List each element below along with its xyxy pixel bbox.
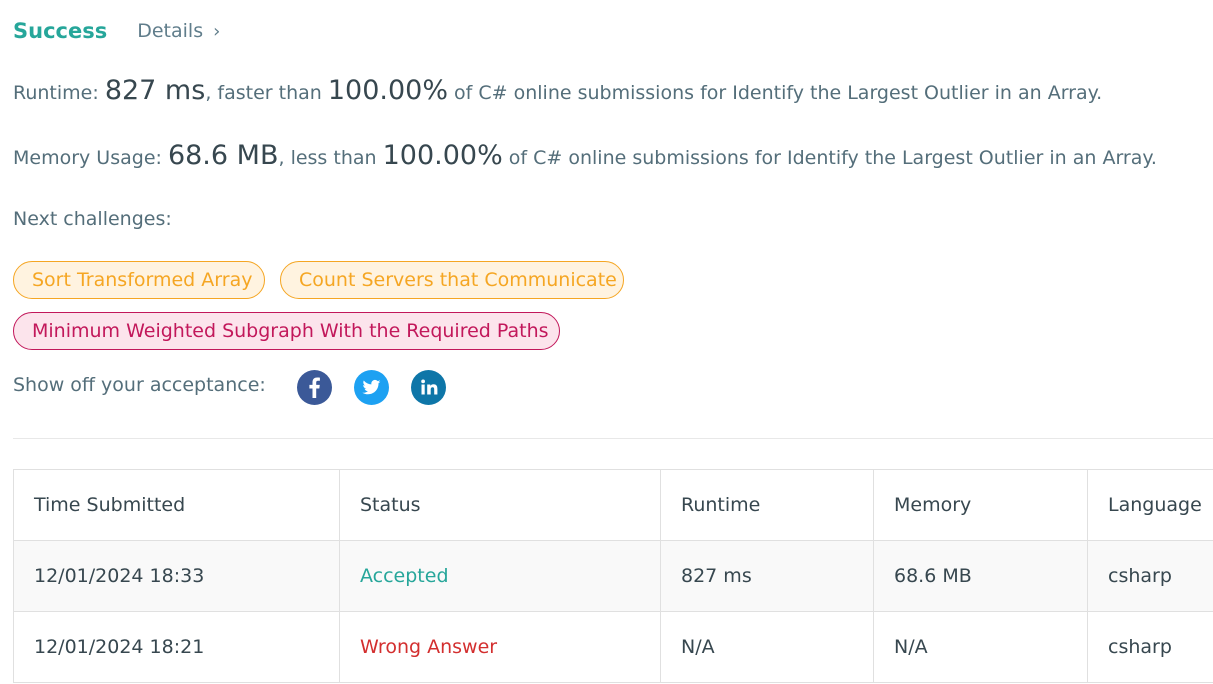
- twitter-icon[interactable]: [354, 370, 389, 405]
- cell-time: 12/01/2024 18:33: [13, 540, 340, 612]
- runtime-mid: , faster than: [205, 82, 328, 104]
- column-header-runtime[interactable]: Runtime: [660, 469, 874, 541]
- column-header-time[interactable]: Time Submitted: [13, 469, 340, 541]
- facebook-icon[interactable]: [297, 370, 332, 405]
- submissions-table: Time Submitted Status Runtime Memory Lan…: [13, 469, 1213, 683]
- cell-memory: N/A: [873, 611, 1088, 683]
- memory-suffix: of C# online submissions for Identify th…: [502, 147, 1157, 169]
- cell-language: csharp: [1087, 611, 1213, 683]
- challenge-chip[interactable]: Count Servers that Communicate: [280, 261, 624, 299]
- cell-language: csharp: [1087, 540, 1213, 612]
- memory-stat: Memory Usage: 68.6 MB, less than 100.00%…: [13, 140, 1157, 171]
- runtime-percent: 100.00%: [327, 75, 448, 106]
- runtime-label: Runtime:: [13, 82, 105, 104]
- table-row: 12/01/2024 18:33 Accepted 827 ms 68.6 MB…: [13, 540, 1213, 612]
- runtime-stat: Runtime: 827 ms, faster than 100.00% of …: [13, 75, 1102, 106]
- status-link[interactable]: Accepted: [339, 540, 661, 612]
- share-label: Show off your acceptance:: [13, 374, 266, 396]
- cell-runtime: N/A: [660, 611, 874, 683]
- column-header-memory[interactable]: Memory: [873, 469, 1088, 541]
- details-link[interactable]: Details ›: [137, 20, 220, 42]
- divider: [13, 438, 1213, 439]
- runtime-value: 827 ms: [104, 75, 206, 106]
- linkedin-icon[interactable]: [411, 370, 446, 405]
- status-link[interactable]: Wrong Answer: [339, 611, 661, 683]
- memory-label: Memory Usage:: [13, 147, 168, 169]
- result-header: Success Details ›: [13, 14, 220, 48]
- memory-value: 68.6 MB: [167, 140, 279, 171]
- next-challenges-label: Next challenges:: [13, 208, 172, 230]
- cell-time: 12/01/2024 18:21: [13, 611, 340, 683]
- table-header-row: Time Submitted Status Runtime Memory Lan…: [13, 469, 1213, 541]
- cell-runtime: 827 ms: [660, 540, 874, 612]
- cell-memory: 68.6 MB: [873, 540, 1088, 612]
- challenge-chip[interactable]: Sort Transformed Array: [13, 261, 265, 299]
- memory-percent: 100.00%: [382, 140, 503, 171]
- memory-mid: , less than: [278, 147, 383, 169]
- column-header-language[interactable]: Language: [1087, 469, 1213, 541]
- chevron-right-icon: ›: [213, 20, 221, 42]
- details-label: Details: [137, 20, 204, 42]
- runtime-suffix: of C# online submissions for Identify th…: [447, 82, 1103, 104]
- status-title: Success: [13, 19, 108, 43]
- challenge-chip[interactable]: Minimum Weighted Subgraph With the Requi…: [13, 312, 560, 350]
- table-row: 12/01/2024 18:21 Wrong Answer N/A N/A cs…: [13, 611, 1213, 683]
- column-header-status[interactable]: Status: [339, 469, 661, 541]
